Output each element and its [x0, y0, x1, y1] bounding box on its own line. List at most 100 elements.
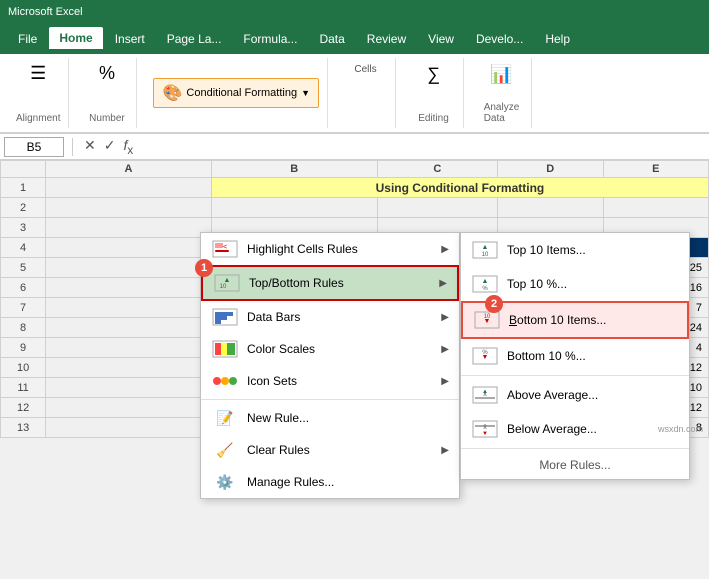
- cell-title[interactable]: Using Conditional Formatting: [211, 178, 708, 198]
- app-title: Microsoft Excel: [8, 6, 83, 18]
- tab-pagelayout[interactable]: Page La...: [157, 28, 232, 50]
- tab-formulas[interactable]: Formula...: [233, 28, 307, 50]
- row-num: 2: [1, 198, 46, 218]
- cell-a5[interactable]: [46, 258, 212, 278]
- cf-menu-item-newrule[interactable]: 📝 New Rule...: [201, 402, 459, 434]
- cell-a13[interactable]: [46, 418, 212, 438]
- cell-a8[interactable]: [46, 318, 212, 338]
- cell-a4[interactable]: [46, 238, 212, 258]
- cf-menu-item-clearrules[interactable]: 🧹 Clear Rules ▶: [201, 434, 459, 466]
- newrule-icon: 📝: [211, 408, 239, 428]
- conditional-formatting-button[interactable]: 🎨 Conditional Formatting ▼: [153, 78, 319, 108]
- analyze-data-button[interactable]: 📊: [481, 62, 521, 87]
- alignment-icon: ☰: [30, 64, 46, 82]
- editing-button[interactable]: ∑: [413, 62, 453, 87]
- cf-menu-item-databars[interactable]: Data Bars ▶: [201, 301, 459, 333]
- tab-insert[interactable]: Insert: [105, 28, 155, 50]
- row-num: 9: [1, 338, 46, 358]
- table-row: 1 Using Conditional Formatting: [1, 178, 709, 198]
- cell-e2[interactable]: [603, 198, 709, 218]
- ribbon-group-editing: ∑ Editing: [404, 58, 464, 128]
- col-header-e[interactable]: E: [603, 161, 709, 178]
- tab-review[interactable]: Review: [357, 28, 416, 50]
- cell-a11[interactable]: [46, 378, 212, 398]
- cell-a2[interactable]: [46, 198, 212, 218]
- cancel-icon[interactable]: ✕: [81, 136, 99, 158]
- col-header-d[interactable]: D: [498, 161, 603, 178]
- svg-text:x̄: x̄: [483, 424, 487, 431]
- row-num: 11: [1, 378, 46, 398]
- cell-c2[interactable]: [377, 198, 498, 218]
- managerules-label: Manage Rules...: [247, 475, 449, 489]
- col-header-c[interactable]: C: [377, 161, 498, 178]
- cell-a7[interactable]: [46, 298, 212, 318]
- sub-belowavg[interactable]: x̄ ▼ Below Average...: [461, 412, 689, 446]
- tab-data[interactable]: Data: [309, 28, 354, 50]
- databars-label: Data Bars: [247, 310, 433, 324]
- confirm-icon[interactable]: ✓: [101, 136, 119, 158]
- number-button[interactable]: %: [87, 62, 127, 84]
- formula-input[interactable]: [140, 138, 705, 156]
- ribbon-tabs: File Home Insert Page La... Formula... D…: [0, 24, 709, 54]
- cf-menu-item-colorscales[interactable]: Color Scales ▶: [201, 333, 459, 365]
- bottom10-badge: 2: [485, 295, 503, 313]
- cell-d2[interactable]: [498, 198, 603, 218]
- formula-bar: ✕ ✓ fx: [0, 134, 709, 160]
- bottom10items-label: Bottom 10 Items...: [509, 313, 677, 327]
- col-header-a[interactable]: A: [46, 161, 212, 178]
- tab-help[interactable]: Help: [535, 28, 580, 50]
- cf-menu-item-managerules[interactable]: ⚙️ Manage Rules...: [201, 466, 459, 498]
- row-num: 13: [1, 418, 46, 438]
- sub-bottom10items[interactable]: 2 ▼ 10 Bottom 10 Items...: [461, 301, 689, 339]
- table-row: 2: [1, 198, 709, 218]
- tab-home[interactable]: Home: [49, 27, 102, 51]
- cell-a10[interactable]: [46, 358, 212, 378]
- cell-a1[interactable]: [46, 178, 212, 198]
- cell-a9[interactable]: [46, 338, 212, 358]
- function-icon[interactable]: fx: [120, 136, 136, 158]
- svg-text:▲: ▲: [482, 278, 489, 285]
- cell-a3[interactable]: [46, 218, 212, 238]
- iconsets-icon: [211, 371, 239, 391]
- highlight-label: Highlight Cells Rules: [247, 242, 433, 256]
- managerules-icon: ⚙️: [211, 472, 239, 492]
- iconsets-label: Icon Sets: [247, 374, 433, 388]
- row-num: 5: [1, 258, 46, 278]
- tab-developer[interactable]: Develo...: [466, 28, 533, 50]
- bottom10pct-icon: ▼ %: [471, 346, 499, 366]
- cell-b2[interactable]: [211, 198, 377, 218]
- topbottom-badge: 1: [195, 259, 213, 277]
- cell-reference-input[interactable]: [4, 137, 64, 157]
- cf-menu-item-topbottom[interactable]: 1 ▲ 10 Top/Bottom Rules ▶: [201, 265, 459, 301]
- newrule-label: New Rule...: [247, 411, 449, 425]
- sub-bottom10pct[interactable]: ▼ % Bottom 10 %...: [461, 339, 689, 373]
- topbottom-submenu[interactable]: ▲ 10 Top 10 Items... ▲ % Top 10 %...: [460, 232, 690, 480]
- alignment-button[interactable]: ☰: [18, 62, 58, 84]
- formula-bar-divider: [72, 138, 73, 156]
- top10pct-label: Top 10 %...: [507, 277, 679, 291]
- databars-icon: [211, 307, 239, 327]
- cell-a6[interactable]: [46, 278, 212, 298]
- clearrules-label: Clear Rules: [247, 443, 433, 457]
- top10-icon: ▲ 10: [471, 240, 499, 260]
- cf-menu-item-iconsets[interactable]: Icon Sets ▶: [201, 365, 459, 397]
- sub-top10items[interactable]: ▲ 10 Top 10 Items...: [461, 233, 689, 267]
- ribbon-content: ☰ Alignment % Number 🎨 Conditional Forma…: [0, 54, 709, 134]
- svg-text:%: %: [482, 350, 488, 356]
- row-num: 6: [1, 278, 46, 298]
- row-num: 10: [1, 358, 46, 378]
- cf-dropdown-arrow: ▼: [301, 88, 310, 98]
- sub-aboveavg[interactable]: x̄ ▲ Above Average...: [461, 378, 689, 412]
- svg-text:▲: ▲: [482, 244, 489, 251]
- iconsets-arrow: ▶: [441, 376, 449, 387]
- cell-a12[interactable]: [46, 398, 212, 418]
- top10pct-icon: ▲ %: [471, 274, 499, 294]
- sub-morerules[interactable]: More Rules...: [461, 451, 689, 479]
- row-num: 8: [1, 318, 46, 338]
- cf-dropdown-menu[interactable]: < Highlight Cells Rules ▶ 1 ▲ 10 Top/Bot…: [200, 232, 460, 499]
- svg-text:10: 10: [484, 314, 491, 320]
- tab-view[interactable]: View: [418, 28, 464, 50]
- col-header-b[interactable]: B: [211, 161, 377, 178]
- cf-menu-item-highlight[interactable]: < Highlight Cells Rules ▶: [201, 233, 459, 265]
- tab-file[interactable]: File: [8, 28, 47, 50]
